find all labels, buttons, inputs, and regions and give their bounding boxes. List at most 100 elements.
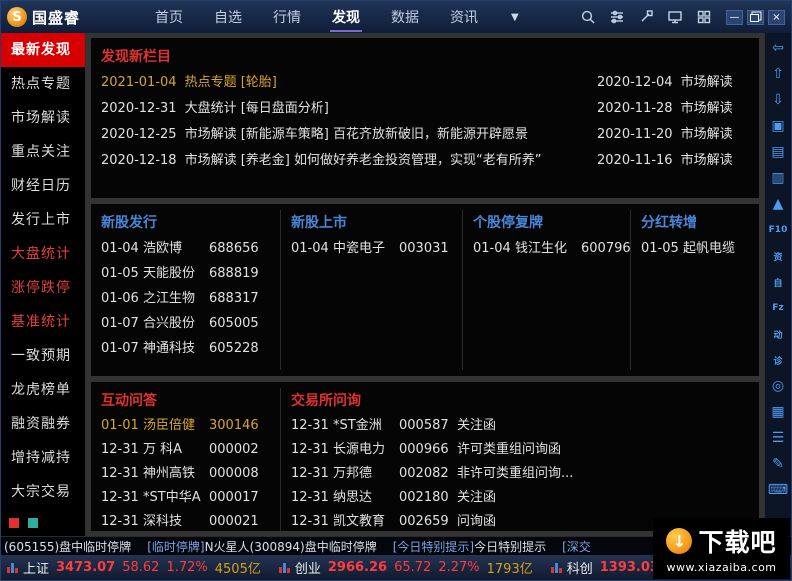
item-text: 市场解读 <box>680 101 733 116</box>
sidebar-item-block-trade[interactable]: 大宗交易 <box>1 475 85 509</box>
keyboard-icon[interactable]: ⌨ <box>767 478 789 502</box>
watermark: ↓ 下载吧 www.xiazaiba.com <box>653 518 790 579</box>
suspension-title: 个股停复牌 <box>473 215 543 231</box>
discovery-item[interactable]: 2020-12-31 大盘统计 [每日盘面分析] <box>101 96 597 122</box>
monitor-icon[interactable] <box>665 7 685 27</box>
new-issue-row[interactable]: 01-06 之江生物 688317 <box>101 286 272 311</box>
multi-window-icon[interactable]: ▣ <box>767 114 789 138</box>
ticker-segment: [深交 <box>562 538 591 555</box>
index-quote-chinext[interactable]: 创业 2966.26 65.72 2.27% 1793亿 <box>278 558 533 577</box>
qa-row[interactable]: 12-31 深科技 000021 <box>101 510 272 531</box>
sidebar-item-consensus[interactable]: 一致预期 <box>1 339 85 373</box>
stock-code: 000002 <box>209 442 259 457</box>
dividend-column: 分红转增 01-05 起帆电缆 6052 <box>631 210 749 370</box>
index-value: 3473.07 <box>56 560 116 575</box>
new-issue-row[interactable]: 01-07 合兴股份 605005 <box>101 311 272 336</box>
scroll-down-icon[interactable]: ⇩ <box>767 88 789 112</box>
restore-button[interactable] <box>747 9 764 25</box>
dividend-title: 分红转增 <box>641 215 697 231</box>
sliders-icon[interactable] <box>607 7 627 27</box>
grid-icon[interactable]: ▦ <box>767 400 789 424</box>
listing-row[interactable]: 01-04 中瓷电子 003031 <box>291 236 454 261</box>
row-date: 12-31 <box>291 442 329 457</box>
list-icon[interactable]: ☰ <box>767 426 789 450</box>
menu-news[interactable]: 资讯 <box>448 1 480 33</box>
trend-icon[interactable]: ▲ <box>767 192 789 216</box>
sidebar-item-market-stats[interactable]: 大盘统计 <box>1 237 85 271</box>
sidebar-item-focus[interactable]: 重点关注 <box>1 135 85 169</box>
inquiry-row[interactable]: 12-31 *ST金洲 000587 关注函 <box>291 414 749 438</box>
index-quote-sse[interactable]: 上证 3473.07 58.62 1.72% 4505亿 <box>7 558 261 577</box>
index-value: 1393.03 <box>599 560 659 575</box>
menu-data[interactable]: 数据 <box>389 1 421 33</box>
stock-name: 合兴股份 <box>143 316 196 331</box>
item-date: 2020-11-20 <box>597 127 673 142</box>
info-icon[interactable]: 资 <box>767 244 789 268</box>
page-dot-red[interactable] <box>9 518 19 528</box>
target-icon[interactable]: ◎ <box>767 374 789 398</box>
sidebar-item-calendar[interactable]: 财经日历 <box>1 169 85 203</box>
sidebar-item-ipo[interactable]: 发行上市 <box>1 203 85 237</box>
discovery-item[interactable]: 2021-01-04 热点专题 [轮胎] <box>101 70 597 96</box>
sidebar-item-market-view[interactable]: 市场解读 <box>1 101 85 135</box>
scroll-up-icon[interactable]: ⇧ <box>767 62 789 86</box>
close-button[interactable]: × <box>768 9 785 25</box>
sidebar-item-dragon-tiger[interactable]: 龙虎榜单 <box>1 373 85 407</box>
edit-icon[interactable]: ✎ <box>767 452 789 476</box>
new-issue-row[interactable]: 01-04 浩欧博 688656 <box>101 236 272 261</box>
back-icon[interactable]: ⇦ <box>767 36 789 60</box>
sidebar-item-limit-updown[interactable]: 涨停跌停 <box>1 271 85 305</box>
sidebar-item-latest[interactable]: 最新发现 <box>1 33 85 67</box>
menu-quotes[interactable]: 行情 <box>271 1 303 33</box>
sidebar-item-benchmark-stats[interactable]: 基准统计 <box>1 305 85 339</box>
kline-icon[interactable]: ▥ <box>767 166 789 190</box>
chart-icon[interactable]: ▤ <box>767 140 789 164</box>
qa-row[interactable]: 12-31 万 科A 000002 <box>101 438 272 462</box>
apps-icon[interactable] <box>694 7 714 27</box>
diagnose-icon[interactable]: 诊 <box>767 348 789 372</box>
discovery-item[interactable]: 2020-12-25 市场解读 [新能源车策略] 百花齐放新破旧，新能源开辟愿景 <box>101 122 597 148</box>
sidebar-item-holdings-change[interactable]: 增持减持 <box>1 441 85 475</box>
discovery-item[interactable]: 2020-12-04 市场解读 <box>597 70 749 96</box>
qa-row[interactable]: 12-31 *ST中华A 000017 <box>101 486 272 510</box>
fz-icon[interactable]: Fz <box>767 296 789 320</box>
stock-name: 万邦德 <box>333 466 373 481</box>
menu-watchlist[interactable]: 自选 <box>212 1 244 33</box>
inquiry-row[interactable]: 12-31 纳思达 002180 关注函 <box>291 486 749 510</box>
new-issue-row[interactable]: 01-07 神通科技 605228 <box>101 336 272 361</box>
main-area: 最新发现 热点专题 市场解读 重点关注 财经日历 发行上市 大盘统计 涨停跌停 … <box>1 33 791 536</box>
inquiry-row[interactable]: 12-31 长源电力 000966 许可类重组问询函 <box>291 438 749 462</box>
discovery-item[interactable]: 2020-11-16 市场解读 <box>597 148 749 174</box>
replay-icon[interactable]: 动 <box>767 322 789 346</box>
custom-icon[interactable]: 自 <box>767 270 789 294</box>
dividend-row[interactable]: 01-05 起帆电缆 6052 <box>641 236 741 261</box>
sidebar-item-margin[interactable]: 融资融券 <box>1 407 85 441</box>
titlebar: S 国盛睿 首页 自选 行情 发现 数据 资讯 ▼ — × <box>1 1 791 33</box>
tools-icon[interactable] <box>636 7 656 27</box>
qa-row[interactable]: 12-31 神州高铁 000008 <box>101 462 272 486</box>
menu-dropdown-icon[interactable]: ▼ <box>511 12 519 23</box>
stock-name: *ST中华A <box>143 490 201 505</box>
new-issue-row[interactable]: 01-05 天能股份 688819 <box>101 261 272 286</box>
qa-row[interactable]: 01-01 汤臣倍健 300146 <box>101 414 272 438</box>
inquiry-row[interactable]: 12-31 万邦德 002082 非许可类重组问询... <box>291 462 749 486</box>
stock-code: 605005 <box>209 316 259 331</box>
row-date: 01-04 <box>291 241 329 256</box>
discovery-item[interactable]: 2020-11-28 市场解读 <box>597 96 749 122</box>
stock-name: 长源电力 <box>333 442 386 457</box>
qa-column: 互动问答 01-01 汤臣倍健 300146 12-31 万 科A 000002 <box>101 388 281 531</box>
ticker-segment: [临时停牌]N火星人(300894)盘中临时停牌 <box>147 538 377 555</box>
menu-home[interactable]: 首页 <box>153 1 185 33</box>
menu-discover[interactable]: 发现 <box>330 1 362 33</box>
discovery-item[interactable]: 2020-11-20 市场解读 <box>597 122 749 148</box>
page-dot-teal[interactable] <box>28 518 38 528</box>
sidebar-item-hot-topics[interactable]: 热点专题 <box>1 67 85 101</box>
stock-code: 000021 <box>209 514 259 529</box>
item-date: 2021-01-04 <box>101 75 177 90</box>
minimize-button[interactable]: — <box>726 9 743 25</box>
f10-icon[interactable]: F10 <box>767 218 789 242</box>
discovery-item[interactable]: 2020-12-18 市场解读 [养老金] 如何做好养老金投资管理，实现“老有所… <box>101 148 597 174</box>
search-icon[interactable] <box>578 7 598 27</box>
item-text: 市场解读 <box>680 127 733 142</box>
suspension-row[interactable]: 01-04 钱江生化 600796 <box>473 236 630 261</box>
